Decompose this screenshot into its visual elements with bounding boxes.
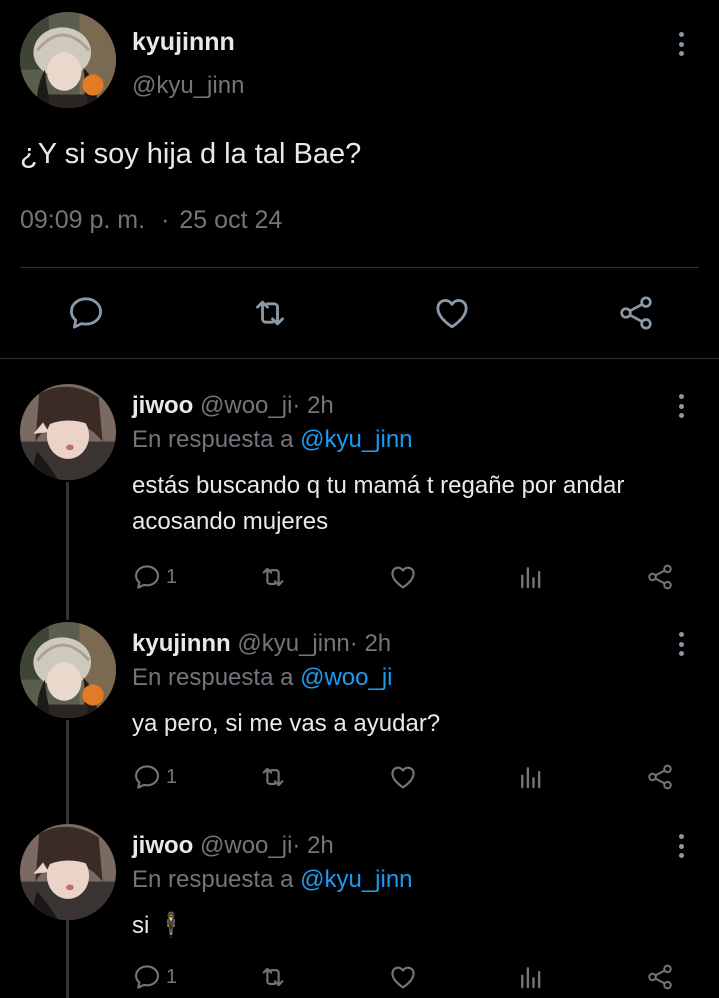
reply-tweet[interactable]: kyujinnn @kyu_jinn· 2h En respuesta a @w… <box>0 622 719 812</box>
more-options-icon[interactable] <box>671 392 691 420</box>
reply-prefix: En respuesta a <box>132 664 294 691</box>
meta-separator: · <box>292 832 301 859</box>
reply-text: ya pero, si me vas a ayudar? <box>132 710 441 737</box>
reply-context: En respuesta a @kyu_jinn <box>132 426 413 454</box>
reply-actions: 1 <box>0 962 719 992</box>
share-icon[interactable] <box>645 762 675 792</box>
stats-icon[interactable] <box>516 962 546 992</box>
share-icon[interactable] <box>645 962 675 992</box>
reply-prefix: En respuesta a <box>132 426 294 453</box>
reply-icon <box>132 762 162 792</box>
tweet-actions <box>0 293 719 333</box>
reply-actions: 1 <box>0 762 719 792</box>
reply-prefix: En respuesta a <box>132 866 294 893</box>
reply-icon[interactable] <box>66 293 106 333</box>
meta-separator: · <box>292 392 301 419</box>
reply-button[interactable]: 1 <box>132 962 177 992</box>
reply-count: 1 <box>166 965 178 988</box>
like-icon[interactable] <box>388 562 418 592</box>
tweet-time: 09:09 p. m. <box>20 206 146 234</box>
reply-context: En respuesta a @kyu_jinn <box>132 866 413 894</box>
reply-header: jiwoo @woo_ji· 2h <box>132 832 334 860</box>
stats-icon[interactable] <box>516 562 546 592</box>
tweet-timestamp: 09:09 p. m. · 25 oct 24 <box>20 206 282 235</box>
reply-tweet[interactable]: jiwoo @woo_ji· 2h En respuesta a @kyu_ji… <box>0 384 719 604</box>
author-handle[interactable]: @kyu_jinn <box>132 72 244 100</box>
more-options-icon[interactable] <box>671 30 691 58</box>
reply-icon <box>132 562 162 592</box>
more-options-icon[interactable] <box>671 630 691 658</box>
like-icon[interactable] <box>388 762 418 792</box>
reply-header: kyujinnn @kyu_jinn· 2h <box>132 630 391 658</box>
author-name[interactable]: jiwoo <box>132 392 193 419</box>
meta-separator: · <box>161 206 170 234</box>
author-handle[interactable]: @woo_ji <box>200 832 292 859</box>
share-icon[interactable] <box>645 562 675 592</box>
retweet-icon[interactable] <box>258 562 288 592</box>
reply-button[interactable]: 1 <box>132 762 177 792</box>
author-name[interactable]: kyujinnn <box>132 28 235 57</box>
avatar[interactable] <box>20 824 116 920</box>
retweet-icon[interactable] <box>258 762 288 792</box>
stats-icon[interactable] <box>516 762 546 792</box>
retweet-icon[interactable] <box>258 962 288 992</box>
divider <box>20 267 699 268</box>
reply-count: 1 <box>166 565 178 588</box>
avatar[interactable] <box>20 622 116 718</box>
more-options-icon[interactable] <box>671 832 691 860</box>
divider <box>0 358 719 359</box>
main-tweet: kyujinnn @kyu_jinn ¿Y si soy hija d la t… <box>0 0 719 360</box>
share-icon[interactable] <box>616 293 656 333</box>
like-icon[interactable] <box>432 293 472 333</box>
tweet-text: ¿Y si soy hija d la tal Bae? <box>20 138 362 170</box>
like-icon[interactable] <box>388 962 418 992</box>
reply-icon <box>132 962 162 992</box>
mention-link[interactable]: @kyu_jinn <box>300 426 412 453</box>
reply-time: 2h <box>307 392 334 419</box>
reply-text: estás buscando q tu mamá t regañe por an… <box>132 472 625 535</box>
tweet-date: 25 oct 24 <box>179 206 283 234</box>
reply-tweet[interactable]: jiwoo @woo_ji· 2h En respuesta a @kyu_ji… <box>0 824 719 998</box>
reply-button[interactable]: 1 <box>132 562 177 592</box>
retweet-icon[interactable] <box>250 293 290 333</box>
author-name[interactable]: jiwoo <box>132 832 193 859</box>
avatar[interactable] <box>20 384 116 480</box>
reply-time: 2h <box>307 832 334 859</box>
meta-separator: · <box>349 630 358 657</box>
reply-context: En respuesta a @woo_ji <box>132 664 393 692</box>
author-handle[interactable]: @woo_ji <box>200 392 292 419</box>
mention-link[interactable]: @kyu_jinn <box>300 866 412 893</box>
reply-text: si 🕴 <box>132 912 186 939</box>
reply-count: 1 <box>166 765 178 788</box>
author-name[interactable]: kyujinnn <box>132 630 231 657</box>
reply-header: jiwoo @woo_ji· 2h <box>132 392 334 420</box>
avatar[interactable] <box>20 12 116 108</box>
reply-time: 2h <box>364 630 392 657</box>
reply-actions: 1 <box>0 562 719 592</box>
mention-link[interactable]: @woo_ji <box>300 664 392 691</box>
author-handle[interactable]: @kyu_jinn <box>237 630 349 657</box>
